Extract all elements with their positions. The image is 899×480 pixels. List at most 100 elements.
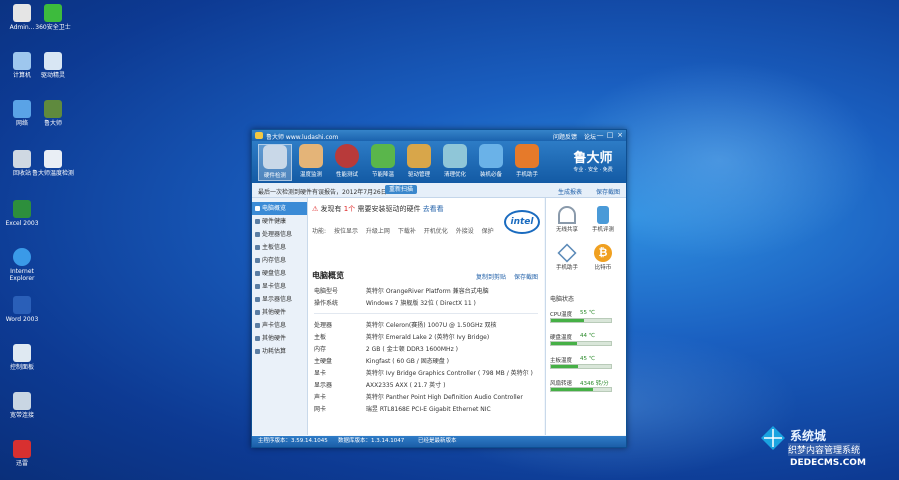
tool-temperature[interactable]: 温度监测	[294, 144, 328, 181]
desktop-icon-red-app[interactable]: 迅雷	[0, 440, 44, 467]
tool-install[interactable]: 装机必备	[474, 144, 508, 181]
nav-item-disk[interactable]: 硬盘信息	[252, 267, 307, 280]
brand-logo: 鲁大师 专业 · 安全 · 免费	[566, 144, 620, 180]
desktop-icon-ludashi[interactable]: 鲁大师	[31, 100, 75, 127]
phone-assist-icon	[557, 243, 577, 263]
nav-item-overview[interactable]: 电脑概览	[252, 202, 307, 215]
window-titlebar[interactable]: 鲁大师 www.ludashi.com 问题反馈 论坛 — □ ×	[252, 130, 626, 141]
nav-item-memory[interactable]: 内存信息	[252, 254, 307, 267]
stat-value: 45 ℃	[580, 356, 595, 362]
update-status[interactable]: 已经是最新版本	[418, 436, 457, 447]
desktop-icon-label: 鲁大师	[43, 120, 62, 127]
check-item[interactable]: 外接设	[456, 228, 474, 235]
desktop-icon-label: 计算机	[12, 72, 31, 79]
nav-item-power[interactable]: 功耗估算	[252, 345, 307, 358]
spec-value: 英特尔 Celeron(赛扬) 1007U @ 1.50GHz 双核	[365, 322, 497, 329]
minimize-button[interactable]: —	[596, 131, 604, 139]
spec-key: 显卡	[314, 370, 327, 377]
nav-item-audio[interactable]: 声卡信息	[252, 319, 307, 332]
desktop-icon-label: 宽带连接	[9, 412, 34, 419]
tool-label: 手机助手	[515, 172, 538, 178]
tile-phone-test[interactable]: 手机评测	[588, 206, 618, 233]
tile-wifi-share[interactable]: 无线共享	[552, 206, 582, 233]
status-title: 电脑状态	[550, 296, 575, 303]
spec-value: 2 GB ( 金士顿 DDR3 1600MHz )	[365, 346, 458, 353]
close-button[interactable]: ×	[616, 131, 624, 139]
desktop-icon-driver[interactable]: 驱动精灵	[31, 52, 75, 79]
driver-alert: ⚠ 发现有 1个 需要安装驱动的硬件 去看看	[312, 204, 444, 214]
desktop-icon-label: 360安全卫士	[35, 24, 71, 31]
spec-key: 操作系统	[314, 300, 339, 307]
tool-performance[interactable]: 性能测试	[330, 144, 364, 181]
stat-disk-temp: 硬盘温度 44 ℃	[550, 333, 620, 347]
spec-value: AXX2335 AXX ( 21.7 英寸 )	[365, 382, 446, 389]
main-version: 主程序版本：3.59.14.1045	[258, 438, 328, 444]
data-version: 数据库版本：1.3.14.1047	[338, 438, 405, 444]
maximize-button[interactable]: □	[606, 131, 614, 139]
spec-value: Windows 7 旗舰版 32位 ( DirectX 11 )	[365, 300, 476, 307]
check-item[interactable]: 开机优化	[424, 228, 448, 235]
check-item[interactable]: 保护	[482, 228, 494, 235]
feedback-link[interactable]: 问题反馈	[553, 134, 577, 141]
copy-link[interactable]: 复制到剪贴	[476, 274, 506, 281]
tool-hardware-check[interactable]: 硬件检测	[258, 144, 292, 181]
generate-report-link[interactable]: 生成报表	[558, 187, 582, 196]
tool-energy[interactable]: 节能降温	[366, 144, 400, 181]
desktop-icon-ie[interactable]: Internet Explorer	[0, 248, 44, 282]
spec-value: 英特尔 Emerald Lake 2 (英特尔 Ivy Bridge)	[365, 334, 490, 341]
desktop-icon-control-panel[interactable]: 控制面板	[0, 344, 44, 371]
network-icon	[13, 100, 31, 118]
desktop-icon-word[interactable]: Word 2003	[0, 296, 44, 323]
tool-label: 装机必备	[479, 172, 502, 178]
stat-label: CPU温度	[550, 312, 573, 318]
nav-item-other-2[interactable]: 其他硬件	[252, 332, 307, 345]
alert-count: 1个	[343, 205, 356, 213]
spec-key: 主板	[314, 334, 327, 341]
tool-phone[interactable]: 手机助手	[510, 144, 544, 181]
shortcut-icon	[44, 150, 62, 168]
screenshot-link[interactable]: 保存截图	[514, 274, 538, 281]
spec-row: 主板 英特尔 Emerald Lake 2 (英特尔 Ivy Bridge)	[314, 332, 489, 341]
brand-tagline: 专业 · 安全 · 免费	[573, 167, 613, 173]
tool-cleanup[interactable]: 清理优化	[438, 144, 472, 181]
forum-link[interactable]: 论坛	[584, 134, 596, 141]
nav-item-gpu[interactable]: 显卡信息	[252, 280, 307, 293]
check-item[interactable]: 升级上网	[366, 228, 390, 235]
nav-item-monitor[interactable]: 显示器信息	[252, 293, 307, 306]
nav-item-mainboard[interactable]: 主板信息	[252, 241, 307, 254]
desktop-icon-360[interactable]: 360安全卫士	[31, 4, 75, 31]
nav-item-cpu[interactable]: 处理器信息	[252, 228, 307, 241]
spec-row: 操作系统 Windows 7 旗舰版 32位 ( DirectX 11 )	[314, 298, 476, 307]
tile-phone-assist[interactable]: 手机助手	[552, 243, 582, 271]
spec-row: 显示器 AXX2335 AXX ( 21.7 英寸 )	[314, 380, 445, 389]
spec-value: 英特尔 Panther Point High Definition Audio …	[365, 394, 523, 401]
windows-logo-icon	[761, 426, 785, 450]
title-links: 问题反馈 论坛	[548, 132, 596, 141]
desktop-icon-broadband[interactable]: 宽带连接	[0, 392, 44, 419]
spec-row: 声卡 英特尔 Panther Point High Definition Aud…	[314, 392, 523, 401]
broadband-icon	[13, 392, 31, 410]
save-screenshot-link[interactable]: 保存截图	[596, 187, 620, 196]
spec-key: 内存	[314, 346, 327, 353]
stat-value: 44 ℃	[580, 333, 595, 339]
tool-driver[interactable]: 驱动管理	[402, 144, 436, 181]
check-item[interactable]: 按位显示	[334, 228, 358, 235]
spec-row: 显卡 英特尔 Ivy Bridge Graphics Controller ( …	[314, 368, 533, 377]
driver-manage-icon	[407, 144, 431, 168]
rescan-button[interactable]: 重新扫描	[385, 185, 418, 194]
spec-row: 内存 2 GB ( 金士顿 DDR3 1600MHz )	[314, 344, 458, 353]
watermark-line3: DEDECMS.COM	[790, 458, 866, 468]
nav-item-other[interactable]: 其他硬件	[252, 306, 307, 319]
tile-bitcoin[interactable]: ₿ 比特币	[588, 244, 618, 271]
go-see-link[interactable]: 去看看	[423, 205, 444, 213]
desktop-icon-shortcut[interactable]: 鲁大师温度检测	[31, 150, 75, 177]
tile-label: 比特币	[594, 265, 612, 271]
watermark-cn: 系统城	[790, 429, 827, 443]
check-item[interactable]: 下载补	[398, 228, 416, 235]
ludashi-icon	[44, 100, 62, 118]
nav-item-health[interactable]: 硬件健康	[252, 215, 307, 228]
scan-message: 最后一次检测到硬件有误报告，2012年7月26日	[258, 189, 387, 196]
driver-app-icon	[44, 52, 62, 70]
spec-row: 主硬盘 Kingfast ( 60 GB / 固态硬盘 )	[314, 356, 449, 365]
desktop-icon-excel[interactable]: Excel 2003	[0, 200, 44, 227]
